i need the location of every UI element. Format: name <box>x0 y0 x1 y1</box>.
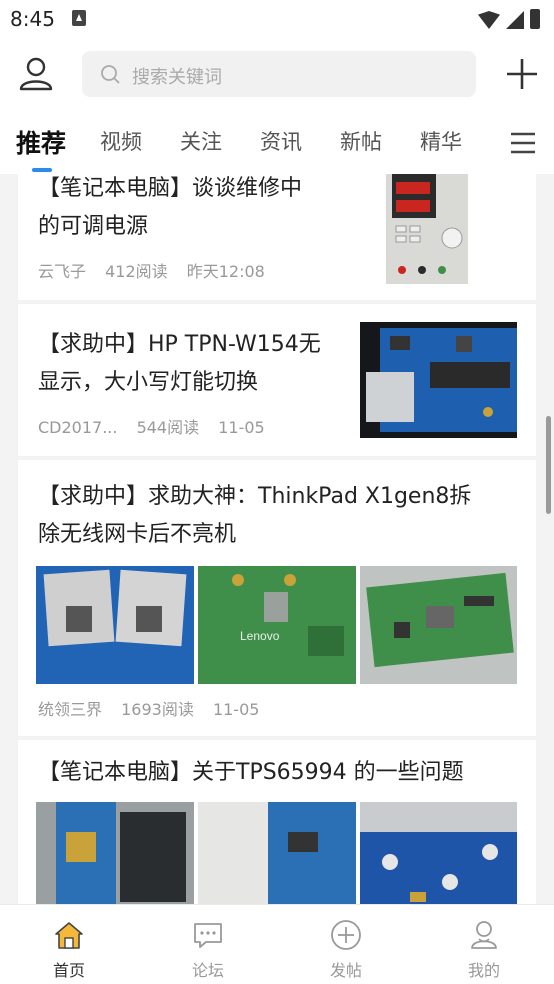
post-time: 11-05 <box>212 700 260 719</box>
post-time: 11-05 <box>218 418 265 437</box>
board-image <box>36 802 194 904</box>
post-author: 云飞子 <box>38 262 87 281</box>
tab-video[interactable]: 视频 <box>100 126 142 156</box>
tab-news[interactable]: 资讯 <box>260 126 302 156</box>
post-card[interactable]: 【求助中】求助大神：ThinkPad X1gen8拆 除无线网卡后不亮机 Len… <box>18 460 536 736</box>
search-input[interactable]: 搜索关键词 <box>82 51 476 97</box>
tabs-menu-button[interactable] <box>510 132 536 154</box>
post-image: Lenovo <box>198 566 356 684</box>
post-reads: 1693阅读 <box>121 700 194 719</box>
post-title: 【笔记本电脑】关于TPS65994 的一些问题 <box>38 760 464 785</box>
search-placeholder: 搜索关键词 <box>132 67 222 88</box>
wifi-card-image <box>36 566 194 684</box>
category-tabs: 推荐 视频 关注 资讯 新帖 精华 <box>0 110 554 174</box>
post-card[interactable]: 【笔记本电脑】关于TPS65994 的一些问题 <box>18 740 536 904</box>
plus-icon <box>507 59 537 89</box>
nav-forum[interactable]: 论坛 <box>148 905 268 984</box>
post-card[interactable]: 【求助中】HP TPN-W154无 显示，大小写灯能切换 CD2017... 5… <box>18 304 536 456</box>
nav-profile[interactable]: 我的 <box>424 905 544 984</box>
nav-post-label: 发帖 <box>329 961 362 980</box>
post-image <box>360 566 517 684</box>
status-time: 8:45 <box>10 7 55 31</box>
board-image <box>198 802 356 904</box>
status-bar: 8:45 <box>0 0 554 38</box>
nav-post[interactable]: 发帖 <box>286 905 406 984</box>
post-title: 【笔记本电脑】谈谈维修中 的可调电源 <box>38 176 303 239</box>
menu-icon <box>511 132 535 154</box>
post-feed[interactable]: 【笔记本电脑】谈谈维修中 的可调电源 云飞子 412阅读 昨天12:08 【求助… <box>0 174 554 904</box>
post-image <box>360 802 517 904</box>
post-title: 【求助中】HP TPN-W154无 显示，大小写灯能切换 <box>38 332 321 395</box>
bottom-navigation: 首页 论坛 发帖 我的 <box>0 904 554 984</box>
motherboard-image <box>360 322 517 438</box>
signal-icon <box>506 11 524 29</box>
nav-forum-label: 论坛 <box>191 961 224 980</box>
post-meta: CD2017... 544阅读 11-05 <box>38 414 279 438</box>
post-icon <box>331 920 361 950</box>
forum-icon <box>194 923 222 948</box>
tab-new-posts[interactable]: 新帖 <box>340 126 382 156</box>
post-author: 统领三界 <box>38 700 103 719</box>
wifi-icon <box>478 11 500 29</box>
user-icon <box>19 57 53 91</box>
nav-home[interactable]: 首页 <box>9 905 129 984</box>
post-title: 【求助中】求助大神：ThinkPad X1gen8拆 除无线网卡后不亮机 <box>38 484 472 547</box>
post-author: CD2017... <box>38 418 118 437</box>
home-icon <box>55 922 83 949</box>
post-image <box>36 802 194 904</box>
nav-profile-label: 我的 <box>467 961 500 980</box>
post-image <box>36 566 194 684</box>
post-image <box>198 802 356 904</box>
nav-home-label: 首页 <box>52 961 85 980</box>
user-avatar-button[interactable] <box>16 54 56 94</box>
board-image <box>360 802 517 904</box>
tab-indicator <box>32 168 52 172</box>
post-thumbnail <box>360 322 517 438</box>
post-meta: 统领三界 1693阅读 11-05 <box>38 696 273 720</box>
add-button[interactable] <box>502 54 542 94</box>
battery-icon <box>530 9 540 29</box>
scrollbar[interactable] <box>546 416 551 514</box>
tab-featured[interactable]: 精华 <box>420 126 462 156</box>
post-reads: 544阅读 <box>136 418 200 437</box>
svg-text:Lenovo: Lenovo <box>240 629 280 643</box>
laptop-board-image <box>360 566 517 684</box>
tab-follow[interactable]: 关注 <box>180 126 222 156</box>
app-header: 搜索关键词 <box>0 38 554 110</box>
notification-icon <box>72 10 86 26</box>
lenovo-board-image: Lenovo <box>198 566 356 684</box>
tab-recommend[interactable]: 推荐 <box>16 124 66 160</box>
search-icon <box>101 65 120 84</box>
post-reads: 412阅读 <box>105 262 168 281</box>
post-meta: 云飞子 412阅读 昨天12:08 <box>38 258 279 282</box>
post-time: 昨天12:08 <box>186 262 265 281</box>
post-thumbnail <box>386 174 468 284</box>
post-card[interactable]: 【笔记本电脑】谈谈维修中 的可调电源 云飞子 412阅读 昨天12:08 <box>18 174 536 300</box>
profile-icon <box>471 921 497 949</box>
power-supply-image <box>386 174 468 284</box>
status-icons <box>478 9 540 29</box>
